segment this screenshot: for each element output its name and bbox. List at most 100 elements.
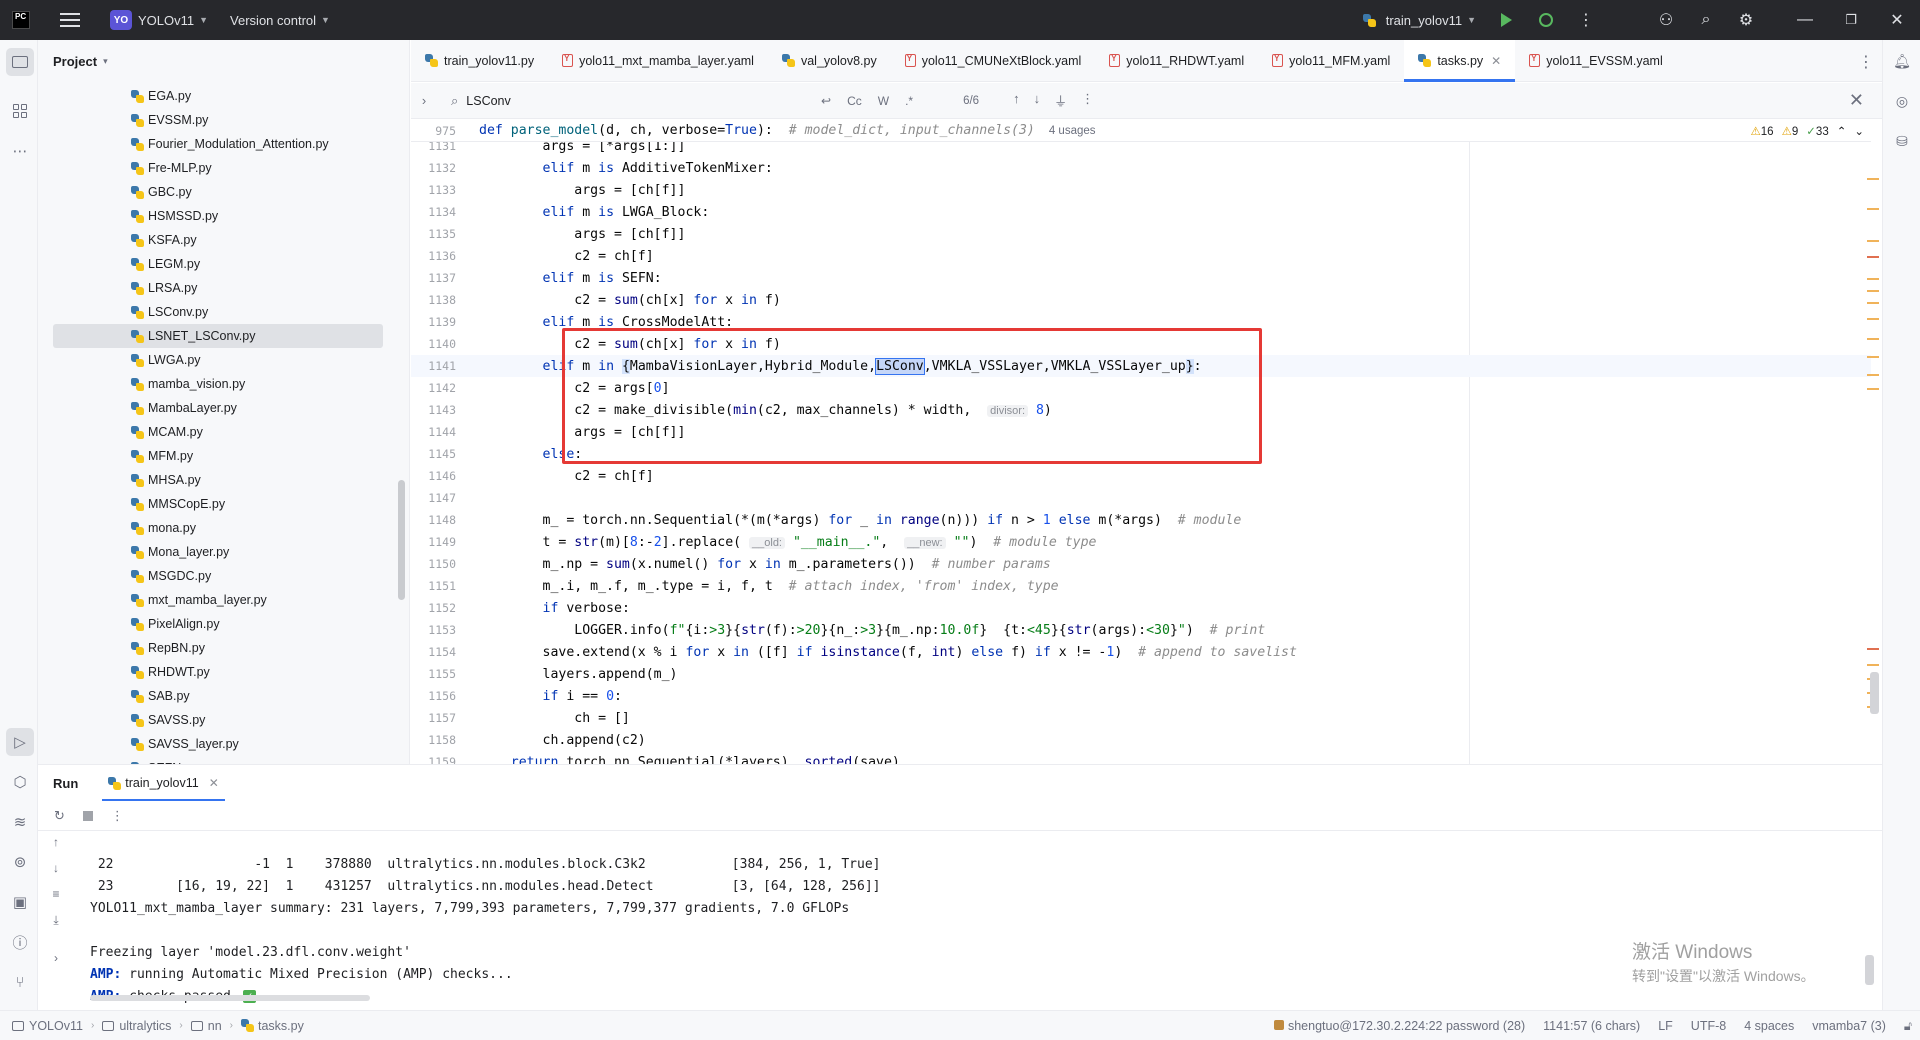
console-vertical-scrollbar[interactable] bbox=[1865, 955, 1874, 985]
project-badge[interactable]: YO bbox=[110, 10, 132, 30]
more-options-icon[interactable]: ⋮ bbox=[111, 808, 124, 824]
code-line[interactable]: 1138 c2 = sum(ch[x] for x in f) bbox=[411, 289, 1871, 311]
code-line[interactable]: 1149 t = str(m)[8:-2].replace( __old: "_… bbox=[411, 531, 1871, 553]
more-options-icon[interactable]: ⋮ bbox=[1081, 91, 1094, 110]
next-highlight-icon[interactable]: ⌄ bbox=[1854, 124, 1864, 138]
terminal-icon[interactable]: ▣ bbox=[6, 888, 34, 916]
run-tool-button[interactable]: ▷ bbox=[6, 728, 34, 756]
file-tree-item[interactable]: MSGDC.py bbox=[38, 564, 398, 588]
file-tree-item[interactable]: SEFN.py bbox=[38, 756, 398, 764]
regex-toggle[interactable]: .* bbox=[905, 94, 913, 108]
structure-tool-button[interactable] bbox=[6, 97, 34, 125]
code-line[interactable]: 1134 elif m is LWGA_Block: bbox=[411, 201, 1871, 223]
scroll-to-end-icon[interactable]: ⤓ bbox=[38, 913, 74, 939]
code-line[interactable]: 1132 elif m is AdditiveTokenMixer: bbox=[411, 157, 1871, 179]
add-user-icon[interactable]: ⚇ bbox=[1646, 0, 1686, 40]
rerun-icon[interactable]: ↻ bbox=[54, 808, 65, 824]
code-line[interactable]: 1136 c2 = ch[f] bbox=[411, 245, 1871, 267]
code-line[interactable]: 1155 layers.append(m_) bbox=[411, 663, 1871, 685]
error-stripe-mark[interactable] bbox=[1867, 374, 1879, 376]
file-tree-item[interactable]: MambaLayer.py bbox=[38, 396, 398, 420]
inspection-widget[interactable]: ⚠16 ⚠9 ✓33 ⌃ ⌄ bbox=[1750, 124, 1864, 138]
error-stripe-mark[interactable] bbox=[1867, 302, 1879, 304]
problems-icon[interactable]: ⓘ bbox=[6, 928, 34, 956]
code-line[interactable]: 1147 bbox=[411, 487, 1871, 509]
database-icon[interactable]: ⛁ bbox=[1891, 130, 1913, 152]
python-packages-icon[interactable]: ⬡ bbox=[6, 768, 34, 796]
file-tree-item[interactable]: RepBN.py bbox=[38, 636, 398, 660]
code-line[interactable]: 1153 LOGGER.info(f"{i:>3}{str(f):>20}{n_… bbox=[411, 619, 1871, 641]
previous-highlight-icon[interactable]: ⌃ bbox=[1837, 124, 1847, 138]
close-find-icon[interactable]: ✕ bbox=[1849, 90, 1864, 111]
code-line[interactable]: 1151 m_.i, m_.f, m_.type = i, f, t # att… bbox=[411, 575, 1871, 597]
file-tree-item[interactable]: Mona_layer.py bbox=[38, 540, 398, 564]
code-line[interactable]: 1146 c2 = ch[f] bbox=[411, 465, 1871, 487]
expand-icon[interactable]: › bbox=[38, 951, 74, 977]
project-name[interactable]: YOLOv11 bbox=[138, 13, 194, 28]
usages-hint[interactable]: 4 usages bbox=[1049, 125, 1096, 137]
error-stripe-mark[interactable] bbox=[1867, 648, 1879, 650]
code-line[interactable]: 1133 args = [ch[f]] bbox=[411, 179, 1871, 201]
search-input[interactable]: ⌕ LSConv bbox=[451, 86, 811, 116]
file-tree-item[interactable]: SAVSS_layer.py bbox=[38, 732, 398, 756]
error-stripe-mark[interactable] bbox=[1867, 388, 1879, 390]
layers-icon[interactable]: ≋ bbox=[6, 808, 34, 836]
file-tree-item[interactable]: SAVSS.py bbox=[38, 708, 398, 732]
more-actions-icon[interactable]: ⋮ bbox=[1566, 0, 1606, 40]
file-tree-item[interactable]: PixelAlign.py bbox=[38, 612, 398, 636]
breadcrumb-item[interactable]: nn bbox=[190, 1019, 222, 1033]
ai-assistant-icon[interactable]: ◎ bbox=[1891, 90, 1913, 112]
more-tools-icon[interactable]: ⋯ bbox=[6, 137, 34, 165]
expand-replace-icon[interactable]: › bbox=[411, 93, 437, 108]
close-tab-icon[interactable]: ✕ bbox=[1491, 54, 1501, 68]
code-line[interactable]: 1158 ch.append(c2) bbox=[411, 729, 1871, 751]
git-icon[interactable]: ⑂ bbox=[6, 968, 34, 996]
editor-scrollbar[interactable] bbox=[1870, 672, 1879, 714]
caret-position[interactable]: 1141:57 (6 chars) bbox=[1543, 1019, 1640, 1033]
more-tabs-icon[interactable]: ⋮ bbox=[1858, 52, 1874, 72]
file-tree-item[interactable]: mxt_mamba_layer.py bbox=[38, 588, 398, 612]
code-line[interactable]: 1148 m_ = torch.nn.Sequential(*(m(*args)… bbox=[411, 509, 1871, 531]
file-tree-item[interactable]: SAB.py bbox=[38, 684, 398, 708]
file-tree-item[interactable]: MMSCopE.py bbox=[38, 492, 398, 516]
python-interpreter[interactable]: vmamba7 (3) bbox=[1812, 1019, 1886, 1033]
error-stripe-mark[interactable] bbox=[1867, 356, 1879, 358]
restore-icon[interactable]: ❐ bbox=[1828, 0, 1874, 40]
code-line[interactable]: 1150 m_.np = sum(x.numel() for x in m_.p… bbox=[411, 553, 1871, 575]
new-line-icon[interactable]: ↩ bbox=[821, 94, 831, 108]
file-tree-item[interactable]: HSMSSD.py bbox=[38, 204, 398, 228]
code-line[interactable]: 1154 save.extend(x % i for x in ([f] if … bbox=[411, 641, 1871, 663]
editor-tab[interactable]: yolo11_RHDWT.yaml bbox=[1095, 40, 1258, 81]
file-tree-item[interactable]: Fre-MLP.py bbox=[38, 156, 398, 180]
main-menu-icon[interactable] bbox=[60, 13, 80, 27]
notifications-icon[interactable]: 🔔︎ bbox=[1891, 50, 1913, 72]
project-scrollbar[interactable] bbox=[398, 480, 405, 600]
error-stripe-mark[interactable] bbox=[1867, 664, 1879, 666]
code-line[interactable]: 1157 ch = [] bbox=[411, 707, 1871, 729]
file-encoding[interactable]: UTF-8 bbox=[1691, 1019, 1726, 1033]
error-stripe-mark[interactable] bbox=[1867, 256, 1879, 258]
chevron-down-icon[interactable]: ▾ bbox=[103, 56, 108, 67]
scroll-up-icon[interactable]: ↑ bbox=[38, 835, 74, 861]
project-tool-button[interactable] bbox=[6, 48, 34, 76]
whole-word-toggle[interactable]: W bbox=[878, 94, 889, 108]
read-only-toggle-icon[interactable]: 🔓︎ bbox=[1904, 1019, 1912, 1034]
close-window-icon[interactable]: ✕ bbox=[1874, 0, 1920, 40]
file-tree-item[interactable]: EGA.py bbox=[38, 84, 398, 108]
editor-tab[interactable]: yolo11_MFM.yaml bbox=[1258, 40, 1404, 81]
error-stripe-mark[interactable] bbox=[1867, 208, 1879, 210]
code-line[interactable]: 1156 if i == 0: bbox=[411, 685, 1871, 707]
code-line[interactable]: 1159 return torch.nn.Sequential(*layers)… bbox=[411, 751, 1871, 765]
file-tree-item[interactable]: GBC.py bbox=[38, 180, 398, 204]
stop-icon[interactable] bbox=[82, 810, 93, 821]
minimize-icon[interactable]: — bbox=[1782, 0, 1828, 40]
code-line[interactable]: 1137 elif m is SEFN: bbox=[411, 267, 1871, 289]
editor-tab[interactable]: tasks.py ✕ bbox=[1404, 40, 1516, 82]
run-config-selector[interactable]: train_yolov11 ▼ bbox=[1362, 0, 1476, 40]
file-tree-item[interactable]: LEGM.py bbox=[38, 252, 398, 276]
debug-button[interactable] bbox=[1526, 0, 1566, 40]
file-tree-item[interactable]: MHSA.py bbox=[38, 468, 398, 492]
file-tree-item[interactable]: mamba_vision.py bbox=[38, 372, 398, 396]
file-tree-item[interactable]: LSConv.py bbox=[38, 300, 398, 324]
project-panel-header[interactable]: Project ▾ bbox=[38, 40, 409, 82]
